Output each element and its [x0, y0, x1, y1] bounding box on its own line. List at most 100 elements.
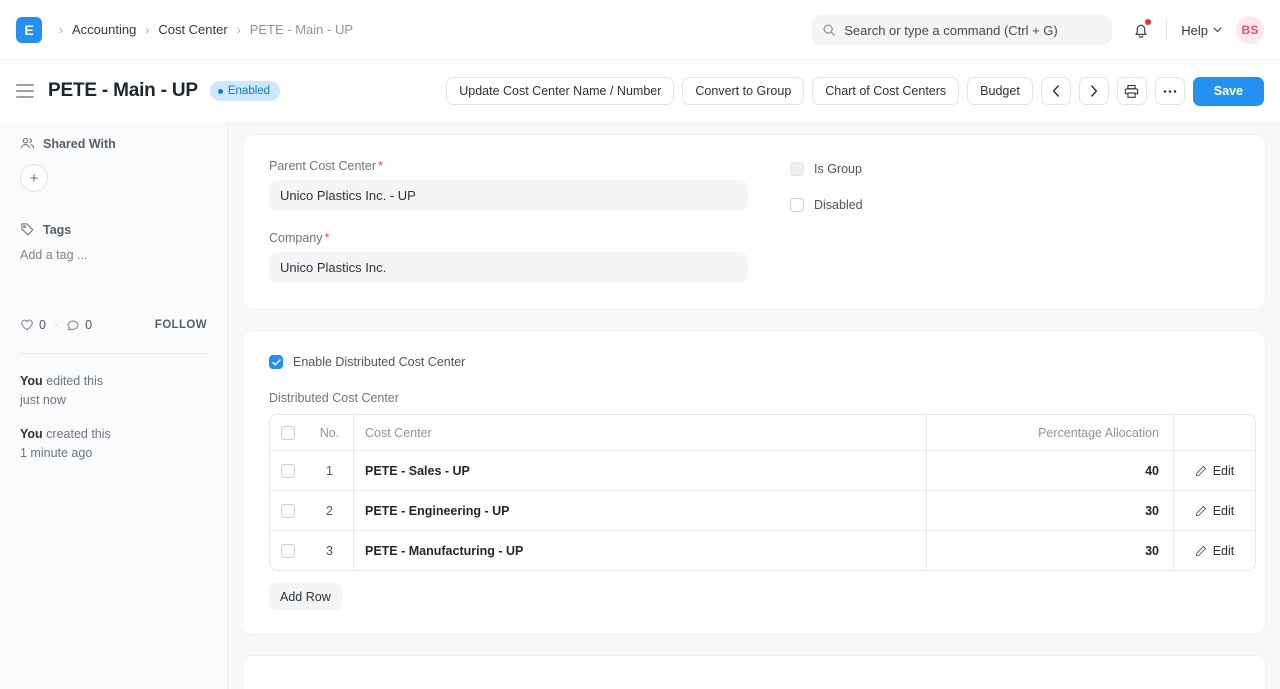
page-title: PETE - Main - UP — [48, 80, 198, 101]
disabled-checkbox[interactable] — [790, 198, 804, 212]
is-group-row: Is Group — [790, 162, 1239, 176]
row-percentage[interactable]: 30 — [926, 531, 1173, 570]
add-row-button[interactable]: Add Row — [269, 583, 342, 610]
social-stats-row: 0 · 0 FOLLOW — [20, 318, 207, 332]
activity-actor: You — [20, 426, 43, 441]
label-text: Parent Cost Center — [269, 159, 376, 173]
avatar[interactable]: BS — [1236, 16, 1264, 44]
details-card: Parent Cost Center * Unico Plastics Inc. … — [242, 134, 1266, 310]
chart-of-cost-centers-button[interactable]: Chart of Cost Centers — [812, 77, 960, 105]
row-percentage[interactable]: 40 — [926, 451, 1173, 490]
app-logo-text: E — [24, 21, 34, 38]
select-all-checkbox[interactable] — [281, 425, 295, 440]
add-tag-input[interactable]: Add a tag ... — [20, 248, 207, 262]
row-cost-center[interactable]: PETE - Engineering - UP — [354, 491, 926, 530]
header-actions: Update Cost Center Name / Number Convert… — [446, 60, 1264, 122]
table-row[interactable]: 2 PETE - Engineering - UP 30 Edit — [270, 491, 1255, 531]
main-content: Parent Cost Center * Unico Plastics Inc. … — [228, 122, 1280, 689]
stats-separator: · — [53, 318, 59, 332]
row-select-cell — [270, 451, 306, 490]
activity-item: You created this 1 minute ago — [20, 425, 111, 464]
table-header-row: No. Cost Center Percentage Allocation — [270, 415, 1255, 451]
pencil-icon — [1195, 505, 1206, 516]
breadcrumb: › Accounting › Cost Center › PETE - Main… — [50, 22, 353, 37]
chevron-right-icon — [1090, 85, 1097, 97]
navbar-right-cluster: Help BS — [812, 0, 1264, 60]
is-group-checkbox[interactable] — [790, 162, 804, 176]
breadcrumb-item-accounting[interactable]: Accounting — [72, 22, 136, 37]
update-cost-center-name-button[interactable]: Update Cost Center Name / Number — [446, 77, 675, 105]
next-record-button[interactable] — [1078, 77, 1109, 105]
parent-cost-center-input[interactable]: Unico Plastics Inc. - UP — [269, 180, 748, 211]
chevron-left-icon — [1052, 85, 1059, 97]
tag-icon — [21, 223, 34, 236]
row-edit-button[interactable]: Edit — [1173, 531, 1255, 570]
enable-distributed-row: Enable Distributed Cost Center — [269, 355, 1239, 369]
label-text: Company — [269, 231, 323, 245]
chevron-right-icon: › — [145, 22, 150, 37]
table-row[interactable]: 3 PETE - Manufacturing - UP 30 Edit — [270, 531, 1255, 570]
row-edit-button[interactable]: Edit — [1173, 491, 1255, 530]
search-box[interactable] — [812, 15, 1113, 45]
sidebar-toggle-icon[interactable] — [16, 84, 34, 98]
like-stat[interactable]: 0 — [20, 318, 46, 332]
column-header-cost-center: Cost Center — [365, 425, 432, 440]
avatar-initials: BS — [1241, 23, 1259, 37]
save-button[interactable]: Save — [1192, 76, 1264, 106]
disabled-label: Disabled — [814, 198, 863, 212]
row-cost-center[interactable]: PETE - Sales - UP — [354, 451, 926, 490]
row-edit-button[interactable]: Edit — [1173, 451, 1255, 490]
distributed-section-label: Distributed Cost Center — [269, 391, 399, 405]
print-button[interactable] — [1116, 77, 1147, 105]
budget-button[interactable]: Budget — [967, 77, 1033, 105]
company-input[interactable]: Unico Plastics Inc. — [269, 252, 748, 283]
row-select-cell — [270, 531, 306, 570]
parent-cost-center-field: Parent Cost Center * Unico Plastics Inc. … — [269, 159, 754, 211]
breadcrumb-item-cost-center[interactable]: Cost Center — [158, 22, 227, 37]
status-badge-label: Enabled — [227, 85, 271, 97]
page-body: Shared With + Tags Add a tag ... 0 · 0 F… — [0, 122, 1280, 689]
required-asterisk: * — [324, 231, 330, 245]
tags-section: Tags — [20, 222, 207, 237]
search-input[interactable] — [844, 22, 1100, 38]
app-logo[interactable]: E — [16, 16, 42, 43]
heart-icon — [21, 319, 33, 331]
row-cost-center[interactable]: PETE - Manufacturing - UP — [354, 531, 926, 570]
printer-icon — [1125, 84, 1139, 98]
company-label: Company * — [269, 231, 754, 245]
enable-distributed-label: Enable Distributed Cost Center — [293, 355, 466, 369]
column-header-action — [1173, 415, 1255, 450]
row-number: 3 — [306, 531, 354, 570]
help-menu[interactable]: Help — [1181, 23, 1222, 38]
row-checkbox[interactable] — [281, 543, 295, 558]
disabled-row: Disabled — [790, 198, 1239, 212]
convert-to-group-button[interactable]: Convert to Group — [682, 77, 805, 105]
details-right-column: Is Group Disabled — [754, 159, 1239, 283]
sidebar-divider — [20, 353, 207, 354]
help-label: Help — [1181, 22, 1208, 38]
comment-icon — [67, 320, 79, 331]
more-options-button[interactable] — [1154, 77, 1185, 105]
activity-time: just now — [20, 393, 66, 408]
row-checkbox[interactable] — [281, 503, 295, 518]
plus-icon: + — [29, 169, 39, 187]
previous-record-button[interactable] — [1040, 77, 1071, 105]
comment-stat[interactable]: 0 — [66, 318, 92, 332]
row-percentage[interactable]: 30 — [926, 491, 1173, 530]
notifications-button[interactable] — [1130, 19, 1152, 41]
follow-button[interactable]: FOLLOW — [155, 319, 207, 331]
table-body: 1 PETE - Sales - UP 40 Edit 2 PETE - Eng… — [270, 451, 1255, 570]
row-checkbox[interactable] — [281, 463, 295, 478]
breadcrumb-item-current: PETE - Main - UP — [249, 22, 353, 37]
next-section-card — [242, 655, 1266, 689]
left-sidebar: Shared With + Tags Add a tag ... 0 · 0 F… — [0, 122, 228, 689]
chevron-down-icon — [1213, 27, 1222, 33]
is-group-label: Is Group — [814, 162, 862, 176]
table-row[interactable]: 1 PETE - Sales - UP 40 Edit — [270, 451, 1255, 491]
people-icon — [21, 137, 35, 149]
edit-label: Edit — [1212, 543, 1235, 558]
enable-distributed-checkbox[interactable] — [269, 355, 283, 369]
ellipsis-icon — [1163, 89, 1177, 93]
parent-cost-center-label: Parent Cost Center * — [269, 159, 754, 173]
add-share-button[interactable]: + — [20, 164, 48, 192]
